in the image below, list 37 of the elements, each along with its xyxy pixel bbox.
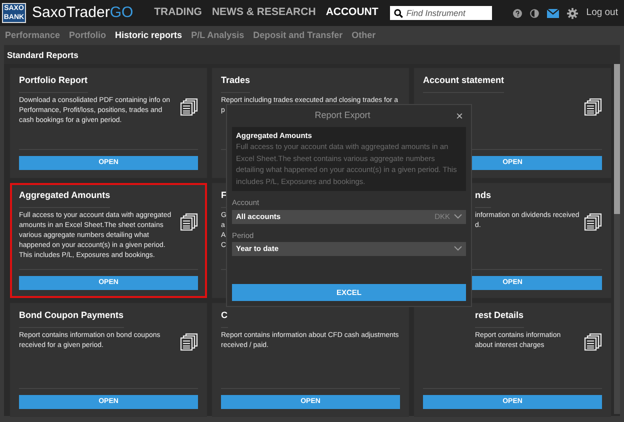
search-field[interactable]: Find Instrument xyxy=(390,6,492,20)
brand-name: SaxoTraderGO xyxy=(32,2,134,23)
help-icon[interactable] xyxy=(513,8,522,18)
documents-icon xyxy=(180,98,198,116)
documents-icon xyxy=(584,213,602,232)
scrollbar[interactable] xyxy=(614,64,620,414)
settings-icon[interactable] xyxy=(567,8,578,18)
subnav-tab[interactable]: Deposit and Transfer xyxy=(253,28,343,42)
subnav-tab[interactable]: Other xyxy=(352,28,376,42)
nav-tab[interactable]: ACCOUNT xyxy=(326,5,378,21)
card-title: nds xyxy=(475,189,492,208)
documents-icon xyxy=(584,98,602,116)
card-title: Bond Coupon Payments xyxy=(19,309,124,328)
documents-icon xyxy=(180,333,198,352)
documents-icon xyxy=(584,333,602,352)
documents-icon xyxy=(180,213,198,232)
logout-link[interactable]: Log out xyxy=(586,6,618,20)
card-title: rest Details xyxy=(475,309,524,328)
chevron-down-icon xyxy=(454,214,462,219)
subnav-tab[interactable]: Portfolio xyxy=(69,28,106,42)
subnav-tab[interactable]: P/L Analysis xyxy=(191,28,244,42)
close-button[interactable]: × xyxy=(452,110,466,122)
mail-icon[interactable] xyxy=(547,8,560,18)
card-title: Account statement xyxy=(423,74,504,92)
subnav-tab[interactable]: Historic reports xyxy=(115,28,182,42)
section-title: Standard Reports xyxy=(4,45,620,64)
nav-tab[interactable]: TRADING xyxy=(154,5,202,21)
chevron-down-icon xyxy=(454,246,462,252)
contrast-icon[interactable] xyxy=(530,8,540,18)
card-title: Aggregated Amounts xyxy=(19,189,110,208)
subnav-tab[interactable]: Performance xyxy=(5,28,60,42)
card-title: C xyxy=(221,309,228,328)
card-title: Trades xyxy=(221,74,250,92)
search-icon xyxy=(394,9,404,18)
dialog-title: Report Export xyxy=(314,109,372,122)
nav-tab[interactable]: NEWS & RESEARCH xyxy=(212,5,316,21)
card-title: Portfolio Report xyxy=(19,74,88,92)
